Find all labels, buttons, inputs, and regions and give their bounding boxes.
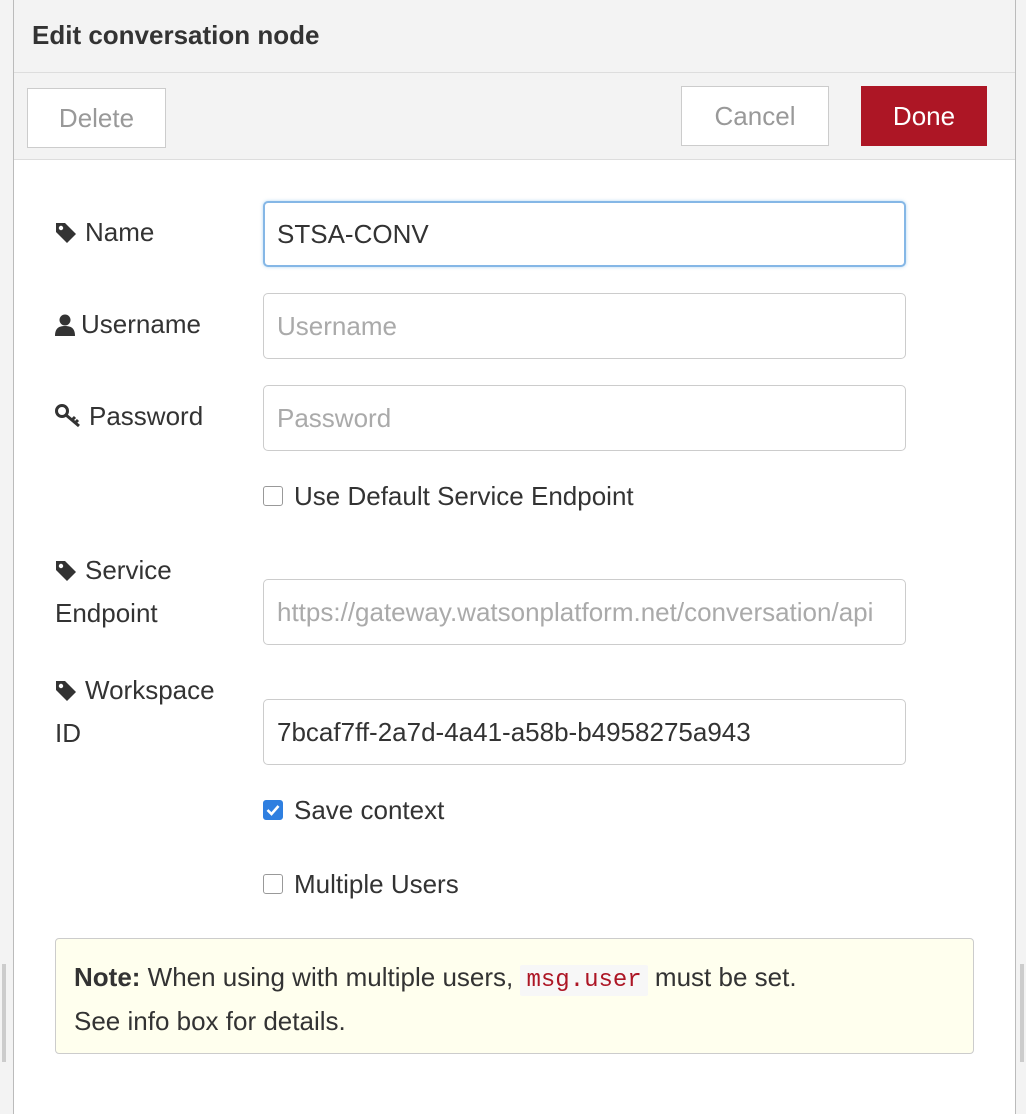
save-context-label: Save context [294, 794, 445, 825]
workspace-id-label: Workspace ID [55, 670, 215, 753]
username-input[interactable] [263, 293, 906, 359]
multiple-users-row[interactable]: Multiple Users [263, 864, 459, 904]
use-default-endpoint-checkbox[interactable] [263, 486, 283, 506]
tag-icon [55, 215, 81, 255]
tray-title: Edit conversation node [32, 20, 320, 50]
name-input[interactable] [263, 201, 906, 267]
workspace-id-label-line2: ID [55, 718, 81, 748]
workspace-id-label-line1: Workspace [85, 675, 215, 705]
delete-button[interactable]: Delete [27, 88, 166, 148]
username-label-text: Username [81, 309, 201, 339]
password-input[interactable] [263, 385, 906, 451]
password-label-text: Password [89, 401, 204, 431]
checkmark-icon [266, 805, 280, 816]
service-endpoint-label: Service Endpoint [55, 550, 172, 633]
tag-icon [55, 673, 81, 713]
multiple-users-label: Multiple Users [294, 868, 459, 899]
use-default-endpoint-label: Use Default Service Endpoint [294, 480, 634, 511]
name-label: Name [55, 212, 154, 255]
key-icon [55, 399, 85, 439]
note-strong: Note: [74, 962, 141, 992]
tray-toolbar: Delete Cancel Done [14, 73, 1015, 160]
done-button[interactable]: Done [861, 86, 987, 146]
note-code: msg.user [520, 965, 648, 996]
use-default-endpoint-row[interactable]: Use Default Service Endpoint [263, 476, 634, 516]
user-icon [55, 307, 77, 347]
service-endpoint-label-line2: Endpoint [55, 598, 158, 628]
note-text-after: must be set. [647, 962, 797, 992]
service-endpoint-input[interactable] [263, 579, 906, 645]
save-context-row[interactable]: Save context [263, 790, 444, 830]
workspace-id-input[interactable] [263, 699, 906, 765]
name-label-text: Name [85, 217, 155, 247]
service-endpoint-label-line1: Service [85, 555, 172, 585]
username-label: Username [55, 304, 201, 347]
cancel-button[interactable]: Cancel [681, 86, 829, 146]
right-resize-grip[interactable] [1020, 964, 1024, 1062]
note-text-before: When using with multiple users, [140, 962, 521, 992]
multiple-users-checkbox[interactable] [263, 874, 283, 894]
edit-tray: Edit conversation node Delete Cancel Don… [13, 0, 1016, 1114]
left-resize-grip[interactable] [2, 964, 6, 1062]
tag-icon [55, 553, 81, 593]
note-line2: See info box for details. [74, 1006, 346, 1036]
save-context-checkbox[interactable] [263, 800, 283, 820]
tray-header: Edit conversation node [14, 0, 1015, 73]
note-box: Note: When using with multiple users, ms… [55, 938, 974, 1054]
password-label: Password [55, 396, 203, 439]
